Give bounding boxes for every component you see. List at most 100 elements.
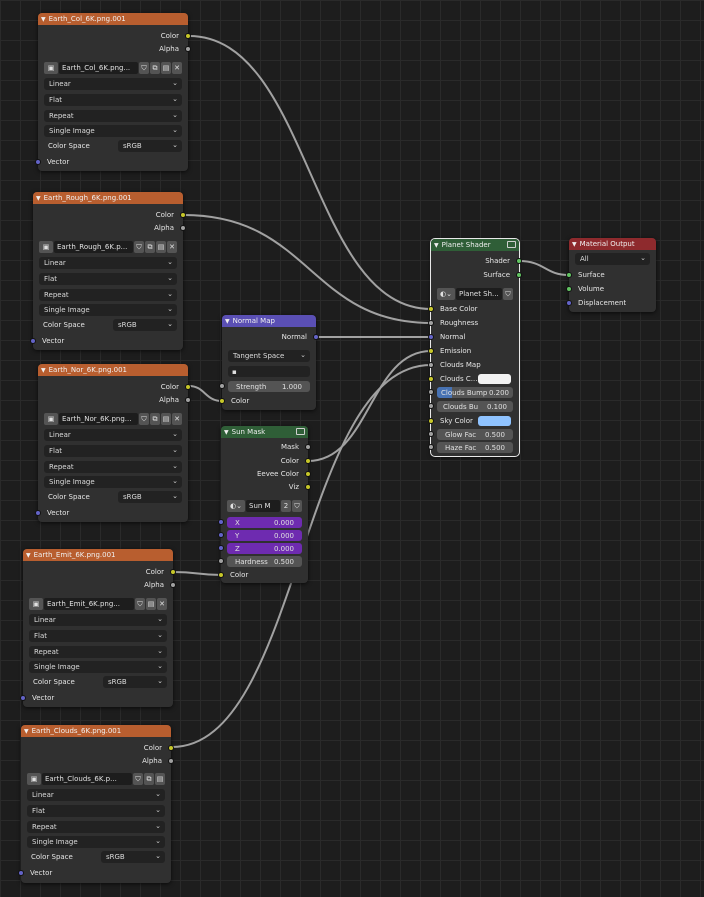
node-header[interactable]: ▼ Earth_Rough_6K.png.001 [33, 192, 183, 204]
z-field[interactable]: Z 0.000 [218, 543, 302, 554]
socket-volume-in[interactable] [566, 286, 572, 292]
node-group-icon[interactable] [507, 241, 516, 248]
extension-dropdown[interactable]: Repeat ⌄ [44, 110, 182, 122]
socket-normal-in[interactable] [428, 334, 434, 340]
duplicate-icon[interactable]: ⧉ [150, 413, 160, 425]
open-folder-icon[interactable]: ▤ [155, 773, 165, 785]
socket-clouds-bump-in[interactable] [428, 389, 434, 395]
color-space-dropdown[interactable]: sRGB ⌄ [118, 140, 182, 152]
duplicate-icon[interactable]: ⧉ [144, 773, 154, 785]
collapse-triangle-icon[interactable]: ▼ [434, 242, 439, 249]
socket-alpha-out[interactable] [180, 225, 186, 231]
projection-dropdown[interactable]: Flat ⌄ [44, 445, 182, 457]
fake-user-shield-icon[interactable]: ⛉ [139, 62, 149, 74]
image-texture-node-rough[interactable]: ▼ Earth_Rough_6K.png.001 Color Alpha ▣ Ea… [30, 192, 186, 350]
socket-vector-in[interactable] [35, 510, 41, 516]
source-dropdown[interactable]: Single Image ⌄ [27, 836, 165, 848]
image-name-field[interactable]: Earth_Emit_6K.png... [44, 598, 134, 610]
image-name-field[interactable]: Earth_Clouds_6K.p... [42, 773, 132, 785]
socket-haze-fac-in[interactable] [428, 444, 434, 450]
socket-glow-fac-in[interactable] [428, 431, 434, 437]
socket-displacement-in[interactable] [566, 300, 572, 306]
fake-user-shield-icon[interactable]: ⛉ [135, 598, 145, 610]
socket-clouds-map-in[interactable] [428, 362, 434, 368]
source-dropdown[interactable]: Single Image ⌄ [39, 304, 177, 316]
socket-color-out[interactable] [180, 212, 186, 218]
target-dropdown[interactable]: All ⌄ [575, 253, 650, 265]
node-header[interactable]: ▼ Planet Shader [431, 239, 519, 251]
space-dropdown[interactable]: Tangent Space ⌄ [228, 350, 310, 362]
collapse-triangle-icon[interactable]: ▼ [36, 195, 41, 202]
normal-map-node[interactable]: ▼ Normal Map Normal Tangent Space ⌄ ▪ Stre… [219, 315, 319, 410]
duplicate-icon[interactable]: ⧉ [150, 62, 160, 74]
clouds-bump-field[interactable]: Clouds Bump 0.200 [428, 387, 513, 398]
haze-fac-field[interactable]: Haze Fac 0.500 [428, 442, 513, 453]
hardness-field[interactable]: Hardness 0.500 [218, 556, 302, 567]
fake-user-shield-icon[interactable]: ⛉ [292, 500, 302, 512]
image-texture-node-col[interactable]: ▼ Earth_Col_6K.png.001 Color Alpha ▣ Eart… [35, 13, 191, 171]
socket-color-in[interactable] [219, 398, 225, 404]
node-group-icon[interactable] [296, 428, 305, 435]
socket-color-out[interactable] [168, 745, 174, 751]
color-space-dropdown[interactable]: sRGB ⌄ [103, 676, 167, 688]
socket-alpha-out[interactable] [185, 46, 191, 52]
image-name-field[interactable]: Earth_Col_6K.png... [59, 62, 138, 74]
socket-viz-out[interactable] [305, 484, 311, 490]
y-field[interactable]: Y 0.000 [218, 530, 302, 541]
image-name-field[interactable]: Earth_Nor_6K.png... [59, 413, 138, 425]
interpolation-dropdown[interactable]: Linear ⌄ [27, 789, 165, 801]
socket-shader-out[interactable] [516, 258, 522, 264]
collapse-triangle-icon[interactable]: ▼ [572, 241, 577, 248]
node-header[interactable]: ▼ Earth_Nor_6K.png.001 [38, 364, 188, 376]
unlink-close-icon[interactable]: ✕ [157, 598, 167, 610]
unlink-close-icon[interactable]: ✕ [167, 241, 177, 253]
socket-sky-color-in[interactable] [428, 418, 434, 424]
projection-dropdown[interactable]: Flat ⌄ [44, 94, 182, 106]
fake-user-shield-icon[interactable]: ⛉ [503, 288, 513, 300]
glow-fac-field[interactable]: Glow Fac 0.500 [428, 429, 513, 440]
socket-clouds-color-in[interactable] [428, 376, 434, 382]
open-folder-icon[interactable]: ▤ [156, 241, 166, 253]
image-browse-icon[interactable]: ▣ [44, 413, 58, 425]
collapse-triangle-icon[interactable]: ▼ [41, 16, 46, 23]
image-browse-icon[interactable]: ▣ [29, 598, 43, 610]
planet-shader-group-node[interactable]: ▼ Planet Shader Shader Surface ◐⌄ Planet … [428, 238, 522, 457]
socket-eevee-color-out[interactable] [305, 471, 311, 477]
socket-color-out[interactable] [170, 569, 176, 575]
unlink-close-icon[interactable]: ✕ [172, 62, 182, 74]
socket-strength-in[interactable] [219, 383, 225, 389]
node-header[interactable]: ▼ Earth_Emit_6K.png.001 [23, 549, 173, 561]
socket-clouds-bu-in[interactable] [428, 403, 434, 409]
node-header[interactable]: ▼ Earth_Clouds_6K.png.001 [21, 725, 171, 737]
clouds-color-swatch[interactable] [478, 374, 511, 384]
node-header[interactable]: ▼ Sun Mask [221, 426, 308, 438]
interpolation-dropdown[interactable]: Linear ⌄ [29, 614, 167, 626]
x-field[interactable]: X 0.000 [218, 517, 302, 528]
socket-alpha-out[interactable] [168, 758, 174, 764]
node-header[interactable]: ▼ Normal Map [222, 315, 316, 327]
projection-dropdown[interactable]: Flat ⌄ [27, 805, 165, 817]
image-texture-node-emit[interactable]: ▼ Earth_Emit_6K.png.001 Color Alpha ▣ Ear… [20, 549, 176, 707]
extension-dropdown[interactable]: Repeat ⌄ [29, 646, 167, 658]
fake-user-shield-icon[interactable]: ⛉ [133, 773, 143, 785]
source-dropdown[interactable]: Single Image ⌄ [44, 125, 182, 137]
socket-vector-in[interactable] [20, 695, 26, 701]
socket-color-in[interactable] [218, 572, 224, 578]
socket-y-in[interactable] [218, 532, 224, 538]
extension-dropdown[interactable]: Repeat ⌄ [39, 289, 177, 301]
image-browse-icon[interactable]: ▣ [39, 241, 53, 253]
socket-normal-out[interactable] [313, 334, 319, 340]
group-name-field[interactable]: Planet Sh... [456, 288, 502, 300]
image-name-field[interactable]: Earth_Rough_6K.p... [54, 241, 133, 253]
node-header[interactable]: ▼ Material Output [569, 238, 656, 250]
open-folder-icon[interactable]: ▤ [161, 413, 171, 425]
fake-user-shield-icon[interactable]: ⛉ [134, 241, 144, 253]
socket-vector-in[interactable] [35, 159, 41, 165]
socket-vector-in[interactable] [30, 338, 36, 344]
duplicate-icon[interactable]: ⧉ [145, 241, 155, 253]
sun-mask-group-node[interactable]: ▼ Sun Mask Mask Color Eevee Color Viz ◐⌄ … [218, 426, 311, 583]
socket-roughness-in[interactable] [428, 320, 434, 326]
source-dropdown[interactable]: Single Image ⌄ [29, 661, 167, 673]
socket-alpha-out[interactable] [170, 582, 176, 588]
socket-surface-out[interactable] [516, 272, 522, 278]
